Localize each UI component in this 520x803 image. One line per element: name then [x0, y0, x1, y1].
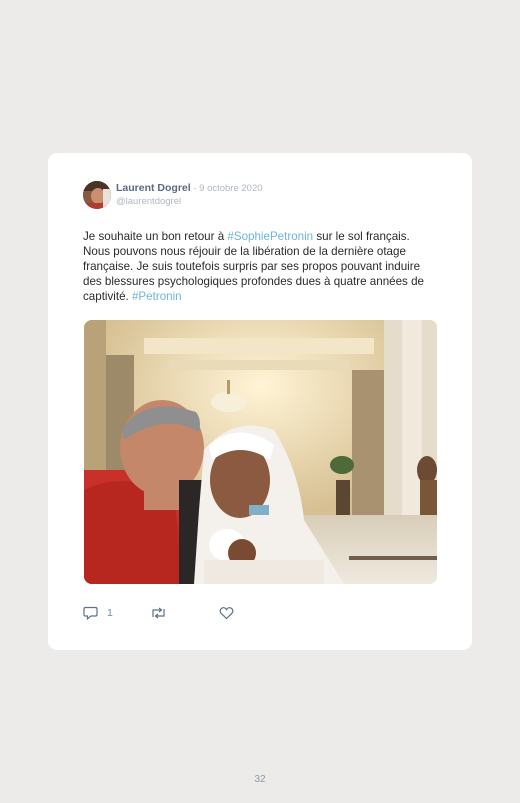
page-number: 32 [254, 774, 266, 785]
tweet-text-part: Je souhaite un bon retour à [83, 230, 228, 243]
tweet-card: Laurent Dogrel - 9 octobre 2020 @laurent… [48, 153, 472, 650]
heart-icon [219, 607, 234, 620]
hashtag-link[interactable]: #Petronin [132, 290, 182, 303]
avatar-photo [83, 181, 111, 209]
date-separator: - [190, 183, 200, 194]
tweet-photo[interactable] [84, 320, 437, 584]
reply-count: 1 [107, 607, 113, 619]
selfie-image [84, 320, 437, 584]
author-name[interactable]: Laurent Dogrel [116, 182, 191, 194]
reply-button[interactable]: 1 [83, 605, 113, 621]
avatar[interactable] [83, 181, 111, 209]
author-handle[interactable]: @laurentdogrel [116, 196, 181, 208]
hashtag-link[interactable]: #SophiePetronin [227, 230, 313, 243]
tweet-text: Je souhaite un bon retour à #SophiePetro… [83, 229, 433, 304]
tweet-actions: 1 [83, 605, 283, 621]
like-button[interactable] [219, 605, 234, 621]
reply-bubble-icon [83, 606, 98, 620]
retweet-icon [152, 607, 165, 619]
tweet-date[interactable]: 9 octobre 2020 [199, 183, 262, 194]
retweet-button[interactable] [150, 605, 167, 621]
author-line: Laurent Dogrel - 9 octobre 2020 [116, 182, 263, 195]
